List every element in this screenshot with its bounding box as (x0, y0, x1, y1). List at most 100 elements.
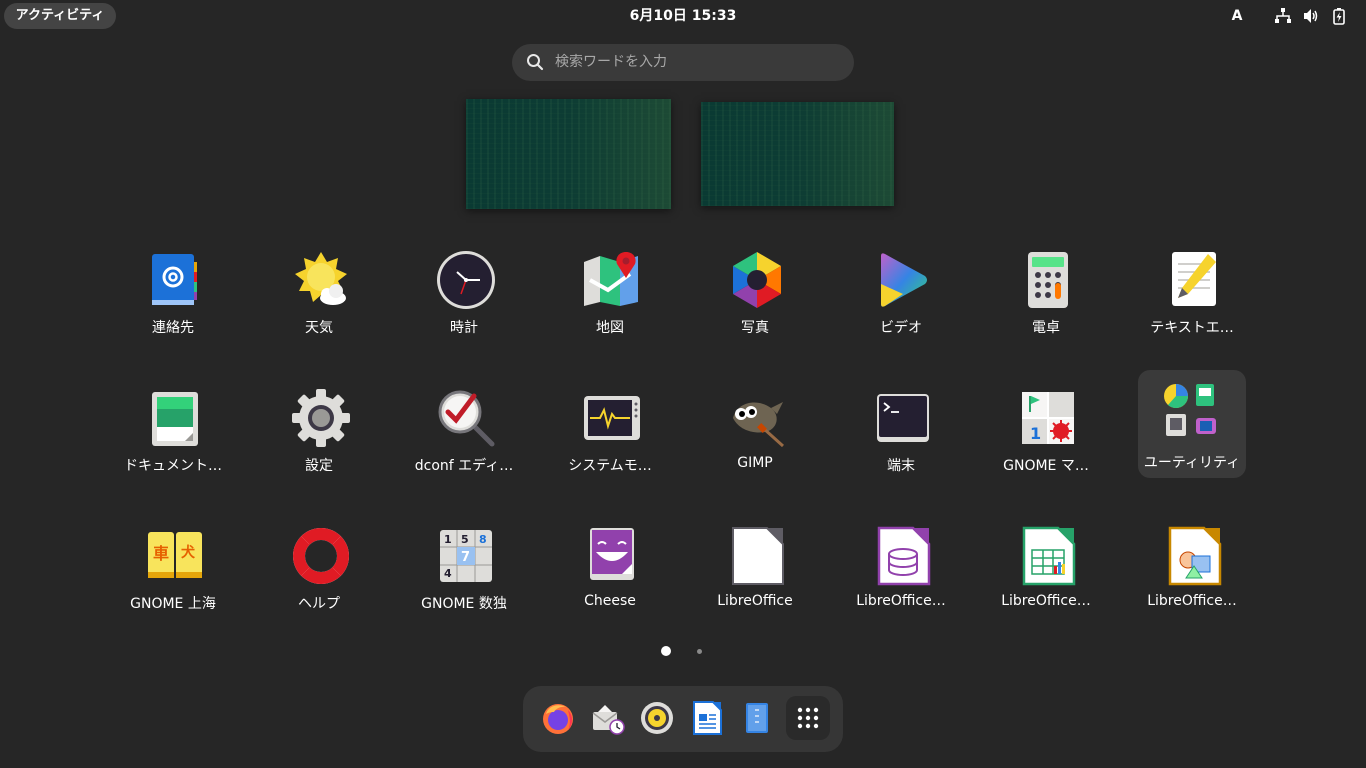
app-label: GNOME マ… (1003, 458, 1089, 474)
folder-label: ユーティリティ (1143, 455, 1241, 471)
svg-text:車: 車 (153, 544, 169, 563)
app-weather[interactable]: 天気 (254, 232, 384, 340)
utilities-folder[interactable]: ユーティリティ (1138, 370, 1246, 478)
date-time-clock[interactable]: 6月10日 15:33 (630, 8, 737, 24)
show-apps-grid-icon (797, 707, 819, 729)
app-label: 端末 (887, 458, 915, 474)
dock-show-apps[interactable] (786, 696, 830, 740)
app-gnome-sudoku[interactable]: 1 5 8 7 4 GNOME 数独 (399, 508, 529, 616)
app-label: 設定 (305, 458, 333, 474)
clock-icon (437, 251, 495, 309)
document-scanner-icon (152, 392, 198, 446)
system-status-area[interactable] (1274, 7, 1348, 25)
app-cheese[interactable]: Cheese (545, 508, 675, 616)
app-libreoffice[interactable]: LibreOffice (690, 508, 820, 616)
workspace-thumbnail-1[interactable] (466, 99, 671, 209)
app-dconf-editor[interactable]: dconf エディ… (399, 370, 529, 478)
rhythmbox-icon (641, 702, 673, 734)
dock-libreoffice-writer[interactable] (685, 696, 729, 740)
dash-dock (523, 686, 843, 752)
app-label: Cheese (584, 593, 636, 609)
video-icon (881, 253, 927, 307)
input-method-indicator[interactable]: A (1229, 0, 1245, 32)
terminal-icon (877, 394, 929, 442)
help-lifebuoy-icon (293, 528, 349, 584)
app-maps[interactable]: 地図 (545, 232, 675, 340)
app-contacts[interactable]: 連絡先 (108, 232, 238, 340)
svg-text:4: 4 (444, 567, 452, 580)
app-calculator[interactable]: 電卓 (981, 232, 1111, 340)
workspace-thumbnail-2[interactable] (701, 102, 894, 206)
app-gnome-mahjongg[interactable]: 車 犬 GNOME 上海 (108, 508, 238, 616)
app-label: LibreOffice… (1147, 593, 1237, 609)
search-entry[interactable]: 検索ワードを入力 (512, 44, 854, 81)
svg-text:1: 1 (1030, 424, 1041, 443)
app-help[interactable]: ヘルプ (254, 508, 384, 616)
page-indicator (0, 646, 1366, 656)
photos-icon (733, 252, 781, 308)
dock-file-manager[interactable] (735, 696, 779, 740)
app-settings[interactable]: 設定 (254, 370, 384, 478)
system-monitor-icon (584, 396, 640, 440)
search-placeholder: 検索ワードを入力 (555, 54, 667, 70)
app-label: GIMP (737, 455, 773, 471)
weather-icon (295, 252, 347, 305)
app-label: dconf エディ… (414, 458, 514, 474)
cheese-icon (590, 528, 634, 580)
activities-button[interactable]: アクティビティ (4, 3, 116, 29)
app-label: 地図 (596, 320, 624, 336)
app-label: LibreOffice… (856, 593, 946, 609)
app-photos[interactable]: 写真 (690, 232, 820, 340)
app-libreoffice-base[interactable]: LibreOffice… (836, 508, 966, 616)
dock-firefox[interactable] (536, 696, 580, 740)
app-system-monitor[interactable]: システムモ… (545, 370, 675, 478)
app-label: ビデオ (880, 320, 922, 336)
app-libreoffice-calc[interactable]: LibreOffice… (981, 508, 1111, 616)
app-label: LibreOffice (717, 593, 793, 609)
app-terminal[interactable]: 端末 (836, 370, 966, 478)
app-label: テキストエ… (1150, 320, 1234, 336)
dock-evolution-mail[interactable] (586, 696, 630, 740)
app-label: 電卓 (1032, 320, 1060, 336)
battery-icon (1333, 8, 1345, 25)
app-label: 時計 (450, 320, 478, 336)
libreoffice-writer-icon (693, 701, 722, 735)
evolution-mail-icon (592, 705, 625, 735)
app-label: ドキュメント… (124, 458, 222, 474)
settings-gear-icon (292, 389, 350, 447)
app-document-scanner[interactable]: ドキュメント… (108, 370, 238, 478)
mines-icon: 1 (1022, 392, 1074, 444)
app-text-editor[interactable]: テキストエ… (1127, 232, 1257, 340)
firefox-icon (543, 704, 573, 734)
app-label: LibreOffice… (1001, 593, 1091, 609)
app-libreoffice-draw[interactable]: LibreOffice… (1127, 508, 1257, 616)
page-dot-1[interactable] (661, 646, 671, 656)
file-manager-icon (746, 703, 768, 733)
gimp-icon (733, 402, 785, 448)
app-label: GNOME 上海 (130, 596, 216, 612)
volume-icon (1304, 9, 1318, 23)
app-label: GNOME 数独 (421, 596, 507, 612)
app-label: 連絡先 (152, 320, 194, 336)
contacts-icon (152, 254, 197, 305)
app-label: ヘルプ (298, 596, 340, 612)
libreoffice-icon (732, 527, 784, 585)
app-gimp[interactable]: GIMP (690, 370, 820, 478)
app-gnome-mines[interactable]: 1 GNOME マ… (981, 370, 1111, 478)
search-icon (527, 54, 544, 71)
app-videos[interactable]: ビデオ (836, 232, 966, 340)
page-dot-2[interactable] (697, 649, 702, 654)
text-editor-icon (1172, 252, 1216, 306)
sudoku-icon: 1 5 8 7 4 (440, 530, 492, 582)
calculator-icon (1028, 252, 1068, 308)
libreoffice-draw-icon (1168, 526, 1222, 586)
top-bar: アクティビティ 6月10日 15:33 A (0, 0, 1366, 32)
app-label: 写真 (741, 320, 769, 336)
utilities-folder-icon (1164, 384, 1216, 436)
svg-text:犬: 犬 (181, 544, 196, 561)
svg-text:7: 7 (461, 550, 470, 565)
app-label: システムモ… (568, 458, 652, 474)
dock-rhythmbox[interactable] (635, 696, 679, 740)
app-clocks[interactable]: 時計 (399, 232, 529, 340)
libreoffice-base-icon (877, 526, 931, 586)
